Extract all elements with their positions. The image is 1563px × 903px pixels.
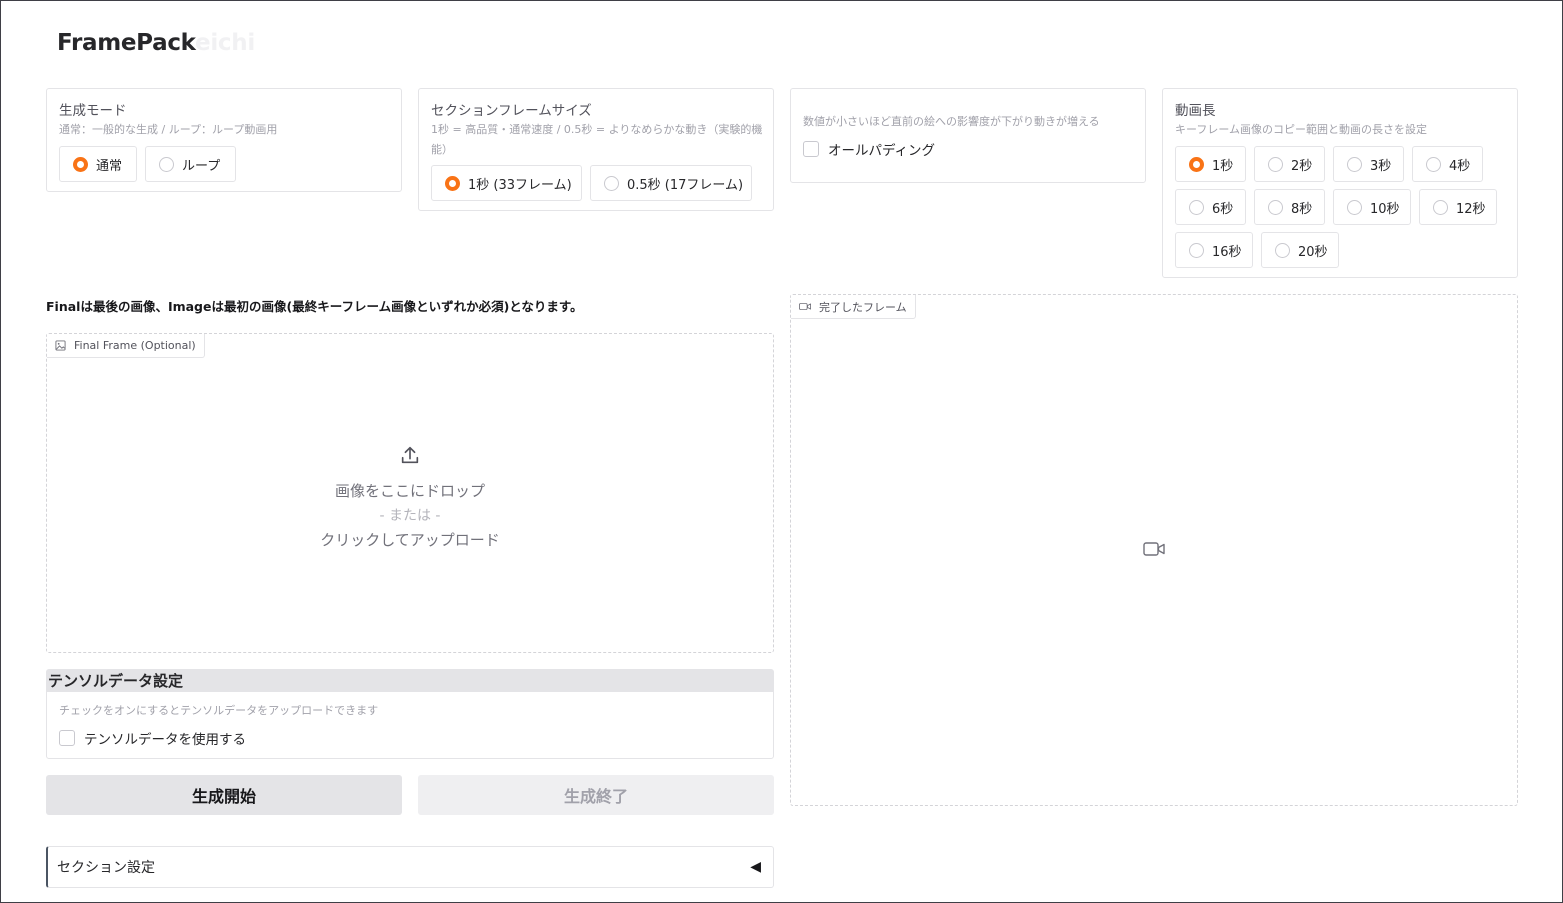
- radio-length-4s[interactable]: 4秒: [1412, 146, 1483, 182]
- video-length-panel: 動画長 キーフレーム画像のコピー範囲と動画の長さを設定 1秒 2秒 3秒 4秒 …: [1162, 88, 1518, 278]
- upload-or-text: - または -: [379, 508, 441, 524]
- radio-length-2s[interactable]: 2秒: [1254, 146, 1325, 182]
- radio-length-1s[interactable]: 1秒: [1175, 146, 1246, 182]
- radio-indicator: [1433, 199, 1448, 215]
- radio-indicator: [604, 175, 619, 191]
- radio-indicator: [1275, 242, 1290, 258]
- generation-mode-info: 通常：一般的な生成 / ループ：ループ動画用: [59, 123, 278, 136]
- radio-label: 8秒: [1291, 201, 1313, 217]
- image-icon: [55, 340, 66, 351]
- completed-frames-tag: 完了したフレーム: [791, 295, 916, 319]
- collapse-toggle-icon[interactable]: ◀: [750, 859, 761, 875]
- section-settings-accordion[interactable]: セクション設定 ◀: [46, 846, 774, 888]
- app-title-suffix: eichi: [195, 30, 255, 56]
- checkbox-label: テンソルデータを使用する: [84, 732, 246, 748]
- video-length-label: 動画長: [1175, 103, 1216, 119]
- radio-length-20s[interactable]: 20秒: [1261, 232, 1339, 268]
- video-length-info: キーフレーム画像のコピー範囲と動画の長さを設定: [1175, 123, 1428, 136]
- radio-length-3s[interactable]: 3秒: [1333, 146, 1404, 182]
- radio-indicator: [73, 156, 88, 172]
- start-generation-button[interactable]: 生成開始: [46, 775, 402, 815]
- checkbox-box[interactable]: [803, 141, 819, 157]
- generation-mode-label: 生成モード: [59, 103, 127, 119]
- completed-frames-tag-label: 完了したフレーム: [819, 300, 907, 314]
- radio-frame-size-05s[interactable]: 0.5秒 (17フレーム): [590, 165, 752, 201]
- app-title-text: FramePack: [57, 30, 196, 56]
- checkbox-label: オールパディング: [828, 143, 936, 159]
- radio-label: 16秒: [1212, 244, 1242, 260]
- radio-length-10s[interactable]: 10秒: [1333, 189, 1411, 225]
- radio-label: 0.5秒 (17フレーム): [627, 177, 744, 193]
- upload-drop-text: 画像をここにドロップ: [334, 482, 485, 500]
- radio-length-12s[interactable]: 12秒: [1419, 189, 1497, 225]
- radio-indicator: [1268, 199, 1283, 215]
- radio-indicator: [159, 156, 174, 172]
- radio-indicator: [1347, 199, 1362, 215]
- generation-mode-panel: 生成モード 通常：一般的な生成 / ループ：ループ動画用 通常 ループ: [46, 88, 402, 192]
- radio-label: 通常: [96, 158, 123, 174]
- radio-indicator: [445, 175, 460, 191]
- final-frame-tag: Final Frame (Optional): [47, 334, 205, 358]
- radio-label: ループ: [182, 158, 221, 174]
- upload-icon: [47, 444, 773, 470]
- final-frame-tag-label: Final Frame (Optional): [74, 339, 196, 352]
- final-image-note: Finalは最後の画像、Imageは最初の画像(最終キーフレーム画像といずれか必…: [46, 299, 583, 314]
- section-frame-size-label: セクションフレームサイズ: [431, 103, 592, 119]
- radio-label: 3秒: [1370, 158, 1392, 174]
- radio-mode-loop[interactable]: ループ: [145, 146, 236, 182]
- tensor-settings-info: チェックをオンにするとテンソルデータをアップロードできます: [59, 704, 379, 717]
- radio-indicator: [1268, 156, 1283, 172]
- radio-label: 12秒: [1456, 201, 1486, 217]
- final-frame-dropzone[interactable]: Final Frame (Optional) 画像をここにドロップ - または …: [46, 333, 774, 653]
- radio-indicator: [1189, 199, 1204, 215]
- radio-frame-size-1s[interactable]: 1秒 (33フレーム): [431, 165, 582, 201]
- radio-length-16s[interactable]: 16秒: [1175, 232, 1253, 268]
- radio-label: 6秒: [1212, 201, 1234, 217]
- section-frame-size-info: 1秒 = 高品質・通常速度 / 0.5秒 = よりなめらかな動き（実験的機能）: [431, 123, 763, 156]
- section-frame-size-panel: セクションフレームサイズ 1秒 = 高品質・通常速度 / 0.5秒 = よりなめ…: [418, 88, 774, 211]
- padding-panel: 数値が小さいほど直前の絵への影響度が下がり動きが増える オールパディング: [790, 88, 1146, 183]
- section-settings-label: セクション設定: [57, 860, 155, 876]
- upload-click-text: クリックしてアップロード: [320, 531, 500, 549]
- radio-indicator: [1426, 156, 1441, 172]
- radio-label: 4秒: [1449, 158, 1471, 174]
- upload-prompt[interactable]: 画像をここにドロップ - または - クリックしてアップロード: [47, 444, 773, 550]
- radio-label: 20秒: [1298, 244, 1328, 260]
- radio-label: 1秒 (33フレーム): [468, 177, 572, 193]
- radio-indicator: [1347, 156, 1362, 172]
- radio-mode-normal[interactable]: 通常: [59, 146, 137, 182]
- radio-label: 1秒: [1212, 158, 1234, 174]
- completed-frames-video: 完了したフレーム: [790, 294, 1518, 806]
- all-padding-checkbox[interactable]: オールパディング: [803, 139, 935, 159]
- radio-label: 10秒: [1370, 201, 1400, 217]
- radio-indicator: [1189, 242, 1204, 258]
- checkbox-box[interactable]: [59, 730, 75, 746]
- radio-label: 2秒: [1291, 158, 1313, 174]
- padding-info: 数値が小さいほど直前の絵への影響度が下がり動きが増える: [803, 115, 1100, 128]
- app-title: FramePackeichi: [57, 30, 255, 56]
- radio-indicator: [1189, 156, 1204, 172]
- video-icon: [799, 302, 811, 311]
- use-tensor-checkbox[interactable]: テンソルデータを使用する: [59, 728, 246, 748]
- radio-length-6s[interactable]: 6秒: [1175, 189, 1246, 225]
- radio-length-8s[interactable]: 8秒: [1254, 189, 1325, 225]
- end-generation-button[interactable]: 生成終了: [418, 775, 774, 815]
- video-placeholder-icon: [1143, 541, 1165, 561]
- tensor-settings-header: テンソルデータ設定: [47, 670, 773, 692]
- tensor-settings-panel: テンソルデータ設定 チェックをオンにするとテンソルデータをアップロードできます …: [46, 669, 774, 759]
